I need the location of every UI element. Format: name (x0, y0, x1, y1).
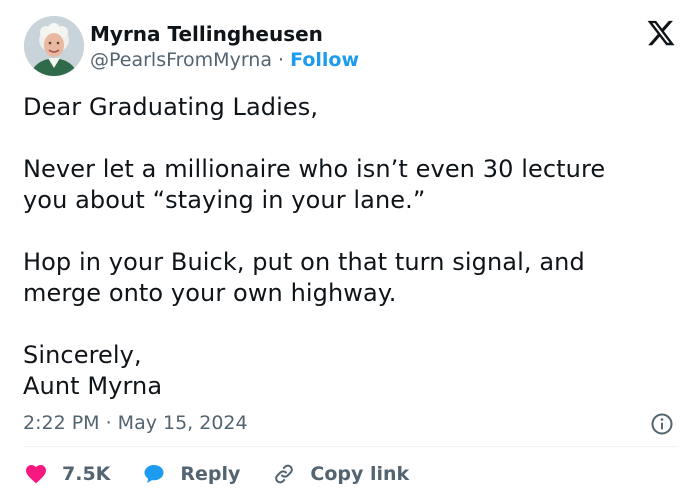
link-icon (275, 464, 294, 484)
x-logo-icon[interactable] (646, 18, 676, 48)
avatar[interactable] (24, 16, 84, 76)
tweet-text: Dear Graduating Ladies, Never let a mill… (23, 93, 606, 400)
tweet-header: Myrna Tellingheusen @PearlsFromMyrna · F… (24, 16, 684, 78)
avatar-portrait (24, 16, 84, 76)
reply-label: Reply (180, 463, 241, 485)
reply-button[interactable]: Reply (142, 462, 240, 486)
speech-bubble-icon (144, 465, 164, 483)
copy-link-button[interactable]: Copy link (272, 462, 409, 486)
author-info: Myrna Tellingheusen @PearlsFromMyrna · F… (90, 21, 359, 73)
action-bar: 7.5K Reply Copy link (24, 460, 441, 488)
copy-link-label: Copy link (310, 463, 410, 485)
handle[interactable]: @PearlsFromMyrna (90, 49, 272, 71)
info-icon[interactable] (650, 412, 674, 436)
timestamp[interactable]: 2:22 PM · May 15, 2024 (23, 410, 248, 436)
tweet-card: Myrna Tellingheusen @PearlsFromMyrna · F… (0, 0, 700, 502)
like-count: 7.5K (62, 463, 111, 485)
handle-row: @PearlsFromMyrna · Follow (90, 47, 359, 73)
heart-icon (26, 465, 46, 484)
display-name[interactable]: Myrna Tellingheusen (90, 21, 359, 47)
follow-button[interactable]: Follow (290, 49, 359, 71)
divider (23, 446, 677, 447)
like-button[interactable]: 7.5K (24, 462, 110, 486)
separator-dot: · (278, 49, 285, 71)
